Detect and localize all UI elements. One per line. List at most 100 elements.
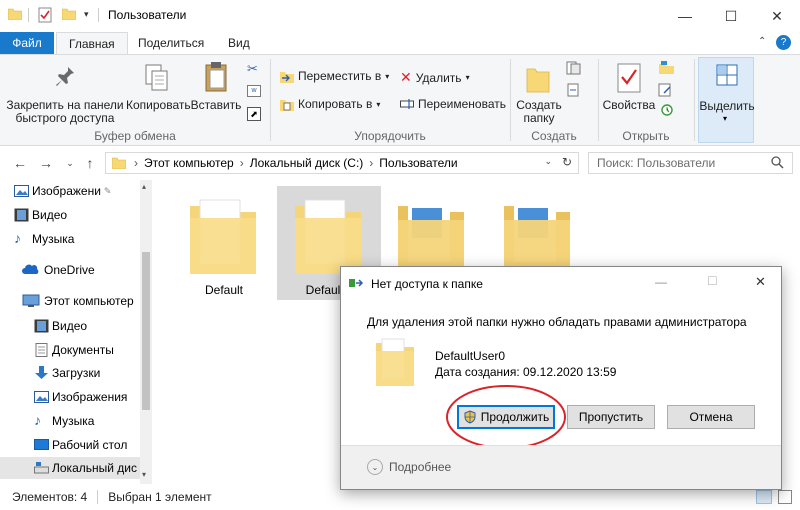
new-folder-label: Создать папку: [516, 98, 562, 125]
paste-shortcut-icon[interactable]: ⬈: [247, 107, 261, 121]
cut-icon[interactable]: ✂: [247, 61, 258, 77]
minimize-button[interactable]: —: [662, 0, 708, 32]
quick-access-dropdown-icon[interactable]: ▾: [84, 9, 89, 20]
nav-item-this-pc[interactable]: Этот компьютер: [0, 290, 140, 312]
onedrive-icon: [22, 263, 39, 277]
up-button[interactable]: ↑: [80, 154, 100, 172]
nav-item-local-disk[interactable]: Локальный дис: [0, 457, 140, 479]
new-folder-quick-icon[interactable]: [61, 8, 77, 21]
pin-button[interactable]: Закрепить на панели быстрого доступа: [4, 59, 124, 127]
nav-item-music-quick[interactable]: ♪ Музыка: [0, 228, 140, 250]
rename-button[interactable]: Переименовать: [400, 97, 506, 111]
forward-button[interactable]: →: [36, 154, 56, 172]
move-to-button[interactable]: Переместить в ▾: [280, 69, 389, 83]
video-icon: [14, 208, 29, 222]
breadcrumb-this-pc[interactable]: Этот компьютер: [144, 156, 234, 170]
history-icon[interactable]: [658, 103, 674, 117]
easy-access-icon[interactable]: [566, 83, 582, 97]
group-label-organize: Упорядочить: [354, 129, 426, 143]
item-name: DefaultUser0: [435, 349, 506, 363]
tab-share[interactable]: Поделиться: [126, 32, 216, 54]
breadcrumb-local-disk[interactable]: Локальный диск (C:): [250, 156, 364, 170]
copy-path-icon[interactable]: w: [247, 85, 261, 97]
file-operation-icon: [349, 277, 365, 289]
breadcrumb-separator-icon[interactable]: ›: [134, 156, 138, 170]
scroll-thumb[interactable]: [142, 252, 150, 410]
help-icon[interactable]: ?: [776, 35, 791, 50]
select-button[interactable]: Выделить ▾: [698, 57, 755, 143]
scroll-down-arrow[interactable]: ▾: [142, 470, 146, 479]
drive-icon: [34, 461, 49, 475]
refresh-icon[interactable]: ↻: [562, 155, 572, 169]
nav-item-music[interactable]: ♪ Музыка: [0, 410, 140, 432]
access-denied-dialog: Нет доступа к папке — ☐ ✕ Для удаления э…: [340, 266, 782, 490]
rename-icon: [400, 98, 414, 110]
breadcrumb-separator-icon[interactable]: ›: [369, 156, 373, 170]
dialog-maximize-button[interactable]: ☐: [707, 274, 718, 288]
documents-icon: [34, 343, 49, 357]
dialog-minimize-button[interactable]: —: [655, 275, 667, 289]
cancel-button[interactable]: Отмена: [667, 405, 755, 429]
move-to-icon: [280, 69, 294, 83]
edit-icon[interactable]: [658, 83, 674, 97]
large-icons-view-icon[interactable]: [778, 490, 792, 504]
move-to-label: Переместить в: [298, 69, 382, 83]
tab-view[interactable]: Вид: [216, 32, 262, 54]
address-bar[interactable]: › Этот компьютер › Локальный диск (C:) ›…: [105, 152, 579, 174]
nav-item-pictures[interactable]: Изображения: [0, 386, 140, 408]
back-button[interactable]: ←: [10, 154, 30, 172]
group-label-clipboard: Буфер обмена: [94, 129, 176, 143]
group-separator: [510, 59, 511, 141]
scroll-up-arrow[interactable]: ▴: [142, 182, 146, 191]
delete-button[interactable]: ✕ Удалить ▾: [400, 69, 470, 86]
new-folder-button[interactable]: Создать папку: [514, 59, 564, 127]
close-button[interactable]: ✕: [754, 0, 800, 32]
properties-button[interactable]: Свойства: [602, 59, 656, 127]
recent-locations-icon[interactable]: ⌄: [60, 154, 80, 172]
properties-check-icon[interactable]: [38, 7, 52, 23]
folder-icon: [188, 196, 260, 279]
tab-home[interactable]: Главная: [56, 32, 128, 54]
new-item-icon[interactable]: [566, 61, 582, 75]
skip-button[interactable]: Пропустить: [567, 405, 655, 429]
maximize-button[interactable]: ☐: [708, 0, 754, 32]
dialog-close-button[interactable]: ✕: [755, 274, 766, 290]
group-label-new: Создать: [531, 129, 577, 143]
copy-to-button[interactable]: Копировать в ▾: [280, 97, 380, 111]
search-input[interactable]: Поиск: Пользователи: [588, 152, 793, 174]
copy-button[interactable]: Копировать: [126, 59, 191, 127]
dialog-footer: ⌄ Подробнее: [341, 445, 781, 489]
nav-item-documents[interactable]: Документы: [0, 339, 140, 361]
group-separator: [270, 59, 271, 141]
chevron-down-icon: ▾: [385, 71, 390, 81]
ribbon-collapse-icon[interactable]: ⌃: [758, 36, 766, 47]
address-dropdown-icon[interactable]: ⌄: [544, 156, 552, 167]
paste-label: Вставить: [190, 98, 242, 112]
navigation-scrollbar[interactable]: ▴ ▾: [140, 180, 152, 484]
breadcrumb-separator-icon[interactable]: ›: [240, 156, 244, 170]
details-view-icon[interactable]: [756, 490, 772, 504]
nav-item-pictures-pinned[interactable]: Изображени ✎: [0, 180, 140, 202]
group-separator: [694, 59, 695, 141]
nav-item-downloads[interactable]: Загрузки: [0, 362, 140, 384]
open-icon[interactable]: [658, 61, 676, 75]
more-details-button[interactable]: ⌄ Подробнее: [367, 459, 451, 475]
nav-item-video-quick[interactable]: Видео: [0, 204, 140, 226]
breadcrumb-users[interactable]: Пользователи: [379, 156, 457, 170]
paste-button[interactable]: Вставить: [190, 59, 242, 127]
folder-icon: [375, 337, 415, 390]
nav-item-video[interactable]: Видео: [0, 315, 140, 337]
folder-item-default[interactable]: Default: [172, 186, 276, 300]
dialog-title: Нет доступа к папке: [371, 277, 483, 291]
folder-label: Default: [204, 283, 244, 297]
divider: [98, 8, 99, 22]
chevron-down-icon: ▾: [465, 73, 470, 82]
window-title: Пользователи: [108, 8, 187, 22]
nav-item-desktop[interactable]: Рабочий стол: [0, 434, 140, 456]
highlight-annotation: [445, 383, 567, 451]
group-label-open: Открыть: [622, 129, 670, 143]
divider: [28, 8, 29, 22]
nav-item-onedrive[interactable]: OneDrive: [0, 259, 140, 281]
tab-file[interactable]: Файл: [0, 32, 54, 54]
status-selected-count: Выбран 1 элемент: [108, 490, 212, 504]
